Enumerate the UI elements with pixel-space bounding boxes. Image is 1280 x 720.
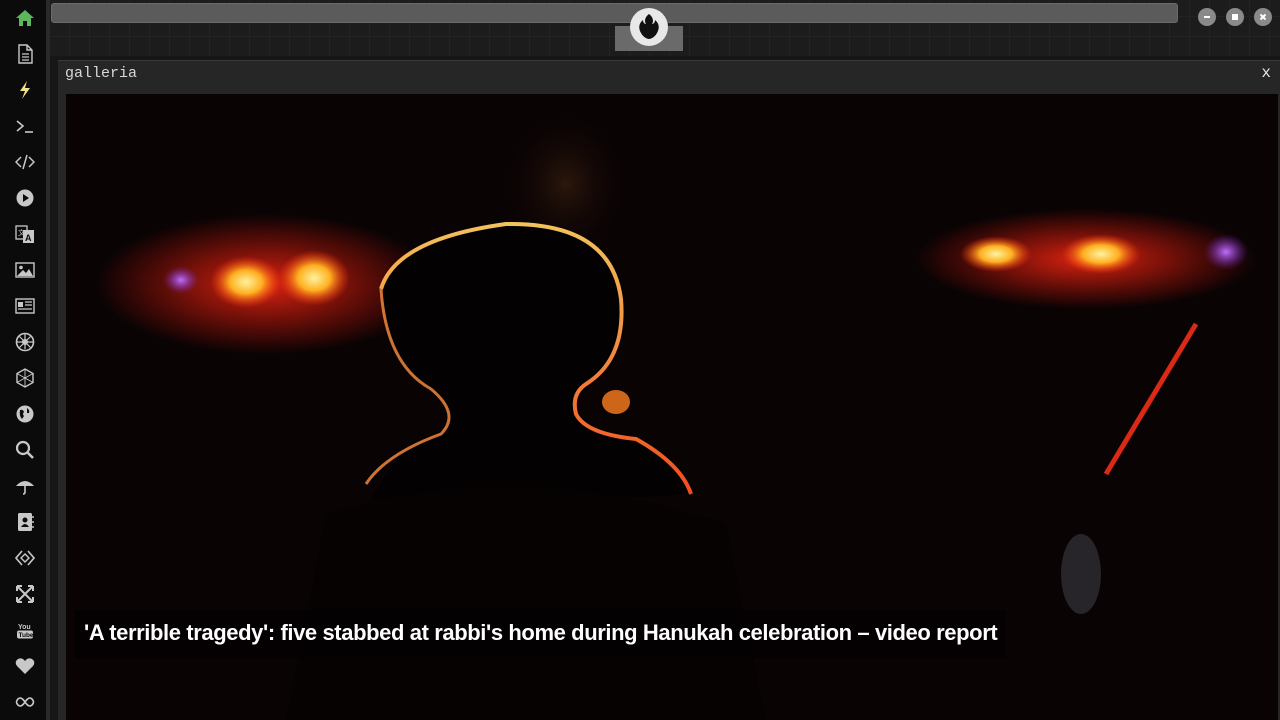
empire-icon — [15, 332, 35, 352]
code-icon — [15, 154, 35, 170]
sidebar-item-youtube[interactable]: You Tube — [9, 615, 41, 645]
translate-icon: A文 — [15, 225, 34, 243]
close-icon — [1259, 13, 1267, 21]
rebel-alliance-icon-svg — [639, 14, 659, 39]
sidebar-item-empire[interactable] — [9, 327, 41, 357]
sidebar-item-terminal[interactable] — [9, 111, 41, 141]
search-icon — [15, 440, 34, 459]
terminal-icon — [16, 120, 33, 133]
sidebar-item-play[interactable] — [9, 183, 41, 213]
heart-icon — [15, 658, 35, 674]
diamond-code-icon — [15, 550, 35, 566]
svg-text:Tube: Tube — [19, 632, 34, 639]
svg-text:文: 文 — [18, 228, 25, 237]
sidebar-item-diamond-code[interactable] — [9, 543, 41, 573]
sidebar-item-hexagon[interactable] — [9, 363, 41, 393]
play-icon — [16, 189, 34, 207]
minimize-icon — [1204, 16, 1210, 18]
sidebar-item-expand[interactable] — [9, 579, 41, 609]
sidebar-item-translate[interactable]: A文 — [9, 219, 41, 249]
sidebar-item-address-book[interactable] — [9, 507, 41, 537]
galleria-window: galleria x 'A terrible tragedy': five st… — [58, 60, 1280, 720]
address-bar[interactable] — [51, 3, 1178, 23]
sidebar-divider — [46, 0, 50, 720]
close-window-button[interactable] — [1254, 8, 1272, 26]
sidebar-item-search[interactable] — [9, 435, 41, 465]
gallery-photo[interactable]: 'A terrible tragedy': five stabbed at ra… — [66, 94, 1278, 720]
address-book-icon — [18, 513, 34, 531]
umbrella-icon — [16, 481, 34, 495]
sidebar-item-globe[interactable] — [9, 399, 41, 429]
sidebar: A文 You Tube — [0, 0, 50, 720]
rebel-alliance-icon[interactable] — [630, 8, 668, 46]
sidebar-item-code[interactable] — [9, 147, 41, 177]
minimize-button[interactable] — [1198, 8, 1216, 26]
sidebar-item-infinity[interactable] — [9, 687, 41, 717]
sidebar-item-image[interactable] — [9, 255, 41, 285]
globe-icon — [16, 405, 34, 423]
svg-text:A: A — [25, 233, 32, 243]
window-title: galleria — [65, 65, 138, 82]
sidebar-item-home[interactable] — [9, 3, 41, 33]
maximize-button[interactable] — [1226, 8, 1244, 26]
sidebar-item-news[interactable] — [9, 291, 41, 321]
news-icon — [15, 298, 35, 314]
hexagon-icon — [16, 368, 34, 388]
gallery-caption[interactable]: 'A terrible tragedy': five stabbed at ra… — [75, 610, 1007, 658]
window-close-button[interactable]: x — [1261, 64, 1271, 82]
infinity-icon — [15, 697, 35, 707]
sidebar-item-heart[interactable] — [9, 651, 41, 681]
document-icon — [18, 44, 33, 64]
sidebar-item-lightning[interactable] — [9, 75, 41, 105]
sidebar-item-document[interactable] — [9, 39, 41, 69]
image-icon — [15, 262, 35, 278]
home-icon — [16, 10, 34, 26]
svg-text:You: You — [18, 624, 31, 631]
youtube-icon: YouTube — [17, 624, 34, 639]
expand-icon — [16, 585, 34, 603]
maximize-icon — [1232, 14, 1238, 20]
sidebar-item-umbrella[interactable] — [9, 471, 41, 501]
lightning-icon — [20, 81, 30, 99]
